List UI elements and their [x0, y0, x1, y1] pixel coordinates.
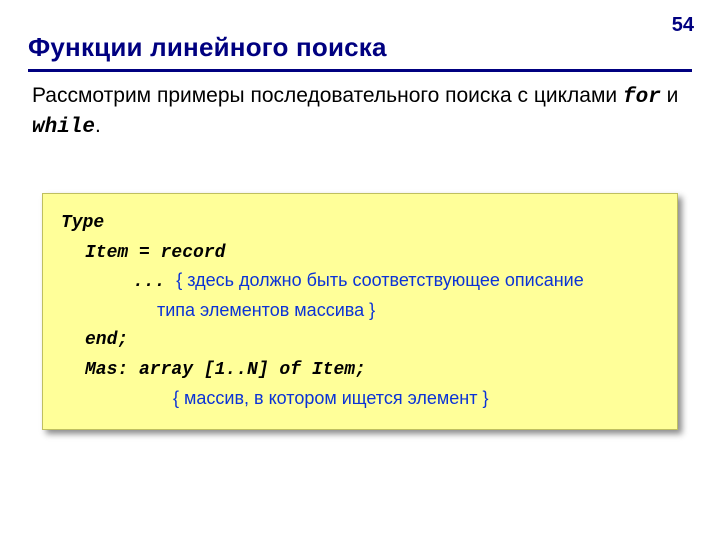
code-line-3: ... { здесь должно быть соответствующее … [61, 267, 659, 297]
code-comment-1a: { здесь должно быть соответствующее опис… [176, 270, 584, 290]
title-rule [28, 69, 692, 72]
code-line-5: end; [61, 325, 659, 355]
keyword-for: for [623, 86, 661, 109]
code-comment-1b: типа элементов массива } [157, 300, 375, 320]
keyword-while: while [32, 116, 95, 139]
code-line-4: типа элементов массива } [61, 297, 659, 325]
intro-tail: . [95, 114, 101, 137]
code-ellipsis: ... [133, 272, 176, 292]
code-kw-end: end; [85, 330, 128, 350]
code-comment-2: { массив, в котором ищется элемент } [173, 388, 488, 408]
code-kw-type: Type [61, 213, 104, 233]
code-kw-mas: Mas: array [1..N] of Item; [85, 360, 366, 380]
code-block: Type Item = record ... { здесь должно бы… [42, 193, 678, 430]
code-line-6: Mas: array [1..N] of Item; [61, 355, 659, 385]
intro-paragraph: Рассмотрим примеры последовательного пои… [28, 82, 692, 143]
slide-title: Функции линейного поиска [28, 32, 692, 63]
intro-sep: и [661, 84, 679, 107]
intro-text-1: Рассмотрим примеры последовательного пои… [32, 84, 623, 107]
code-line-7: { массив, в котором ищется элемент } [61, 385, 659, 413]
code-kw-item: Item = record [85, 243, 225, 263]
code-box: Type Item = record ... { здесь должно бы… [42, 193, 678, 430]
code-line-1: Type [61, 208, 659, 238]
code-line-2: Item = record [61, 238, 659, 268]
page-number: 54 [672, 14, 694, 37]
slide: 54 Функции линейного поиска Рассмотрим п… [0, 0, 720, 540]
